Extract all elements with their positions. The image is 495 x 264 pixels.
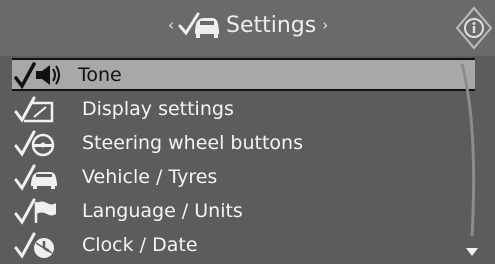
menu-item-steering-wheel-buttons[interactable]: Steering wheel buttons <box>12 128 472 158</box>
header-title-group: ‹ Settings › <box>168 10 328 40</box>
steering-wheel-icon <box>12 128 68 158</box>
menu-item-display-settings[interactable]: Display settings <box>12 94 472 124</box>
menu-item-language-units[interactable]: Language / Units <box>12 196 472 226</box>
menu-item-label: Display settings <box>82 98 234 120</box>
menu-item-tone[interactable]: Tone <box>12 58 475 91</box>
menu-item-clock-date[interactable]: Clock / Date <box>12 230 472 260</box>
idrive-screen: ‹ Settings › Tone Display settings Steer… <box>0 0 495 264</box>
flag-icon <box>12 196 68 226</box>
menu-item-label: Vehicle / Tyres <box>82 166 218 188</box>
scrollbar[interactable] <box>452 56 488 264</box>
menu-item-vehicle-tyres[interactable]: Vehicle / Tyres <box>12 162 472 192</box>
menu-list: Tone Display settings Steering wheel but… <box>0 56 495 264</box>
settings-car-icon <box>178 10 220 40</box>
info-icon[interactable] <box>453 6 495 50</box>
header-bar: ‹ Settings › <box>0 0 495 56</box>
menu-item-label: Tone <box>78 63 122 86</box>
nav-left-arrow[interactable]: ‹ <box>168 16 174 34</box>
page-title: Settings <box>226 12 317 38</box>
nav-right-arrow[interactable]: › <box>322 16 328 34</box>
menu-item-label: Clock / Date <box>82 234 198 256</box>
clock-icon <box>12 230 68 260</box>
vehicle-icon <box>12 162 68 192</box>
scroll-down-arrow-icon <box>466 248 478 256</box>
menu-item-label: Language / Units <box>82 200 243 222</box>
menu-item-label: Steering wheel buttons <box>82 132 303 154</box>
tone-icon <box>12 60 68 90</box>
display-icon <box>12 94 68 124</box>
